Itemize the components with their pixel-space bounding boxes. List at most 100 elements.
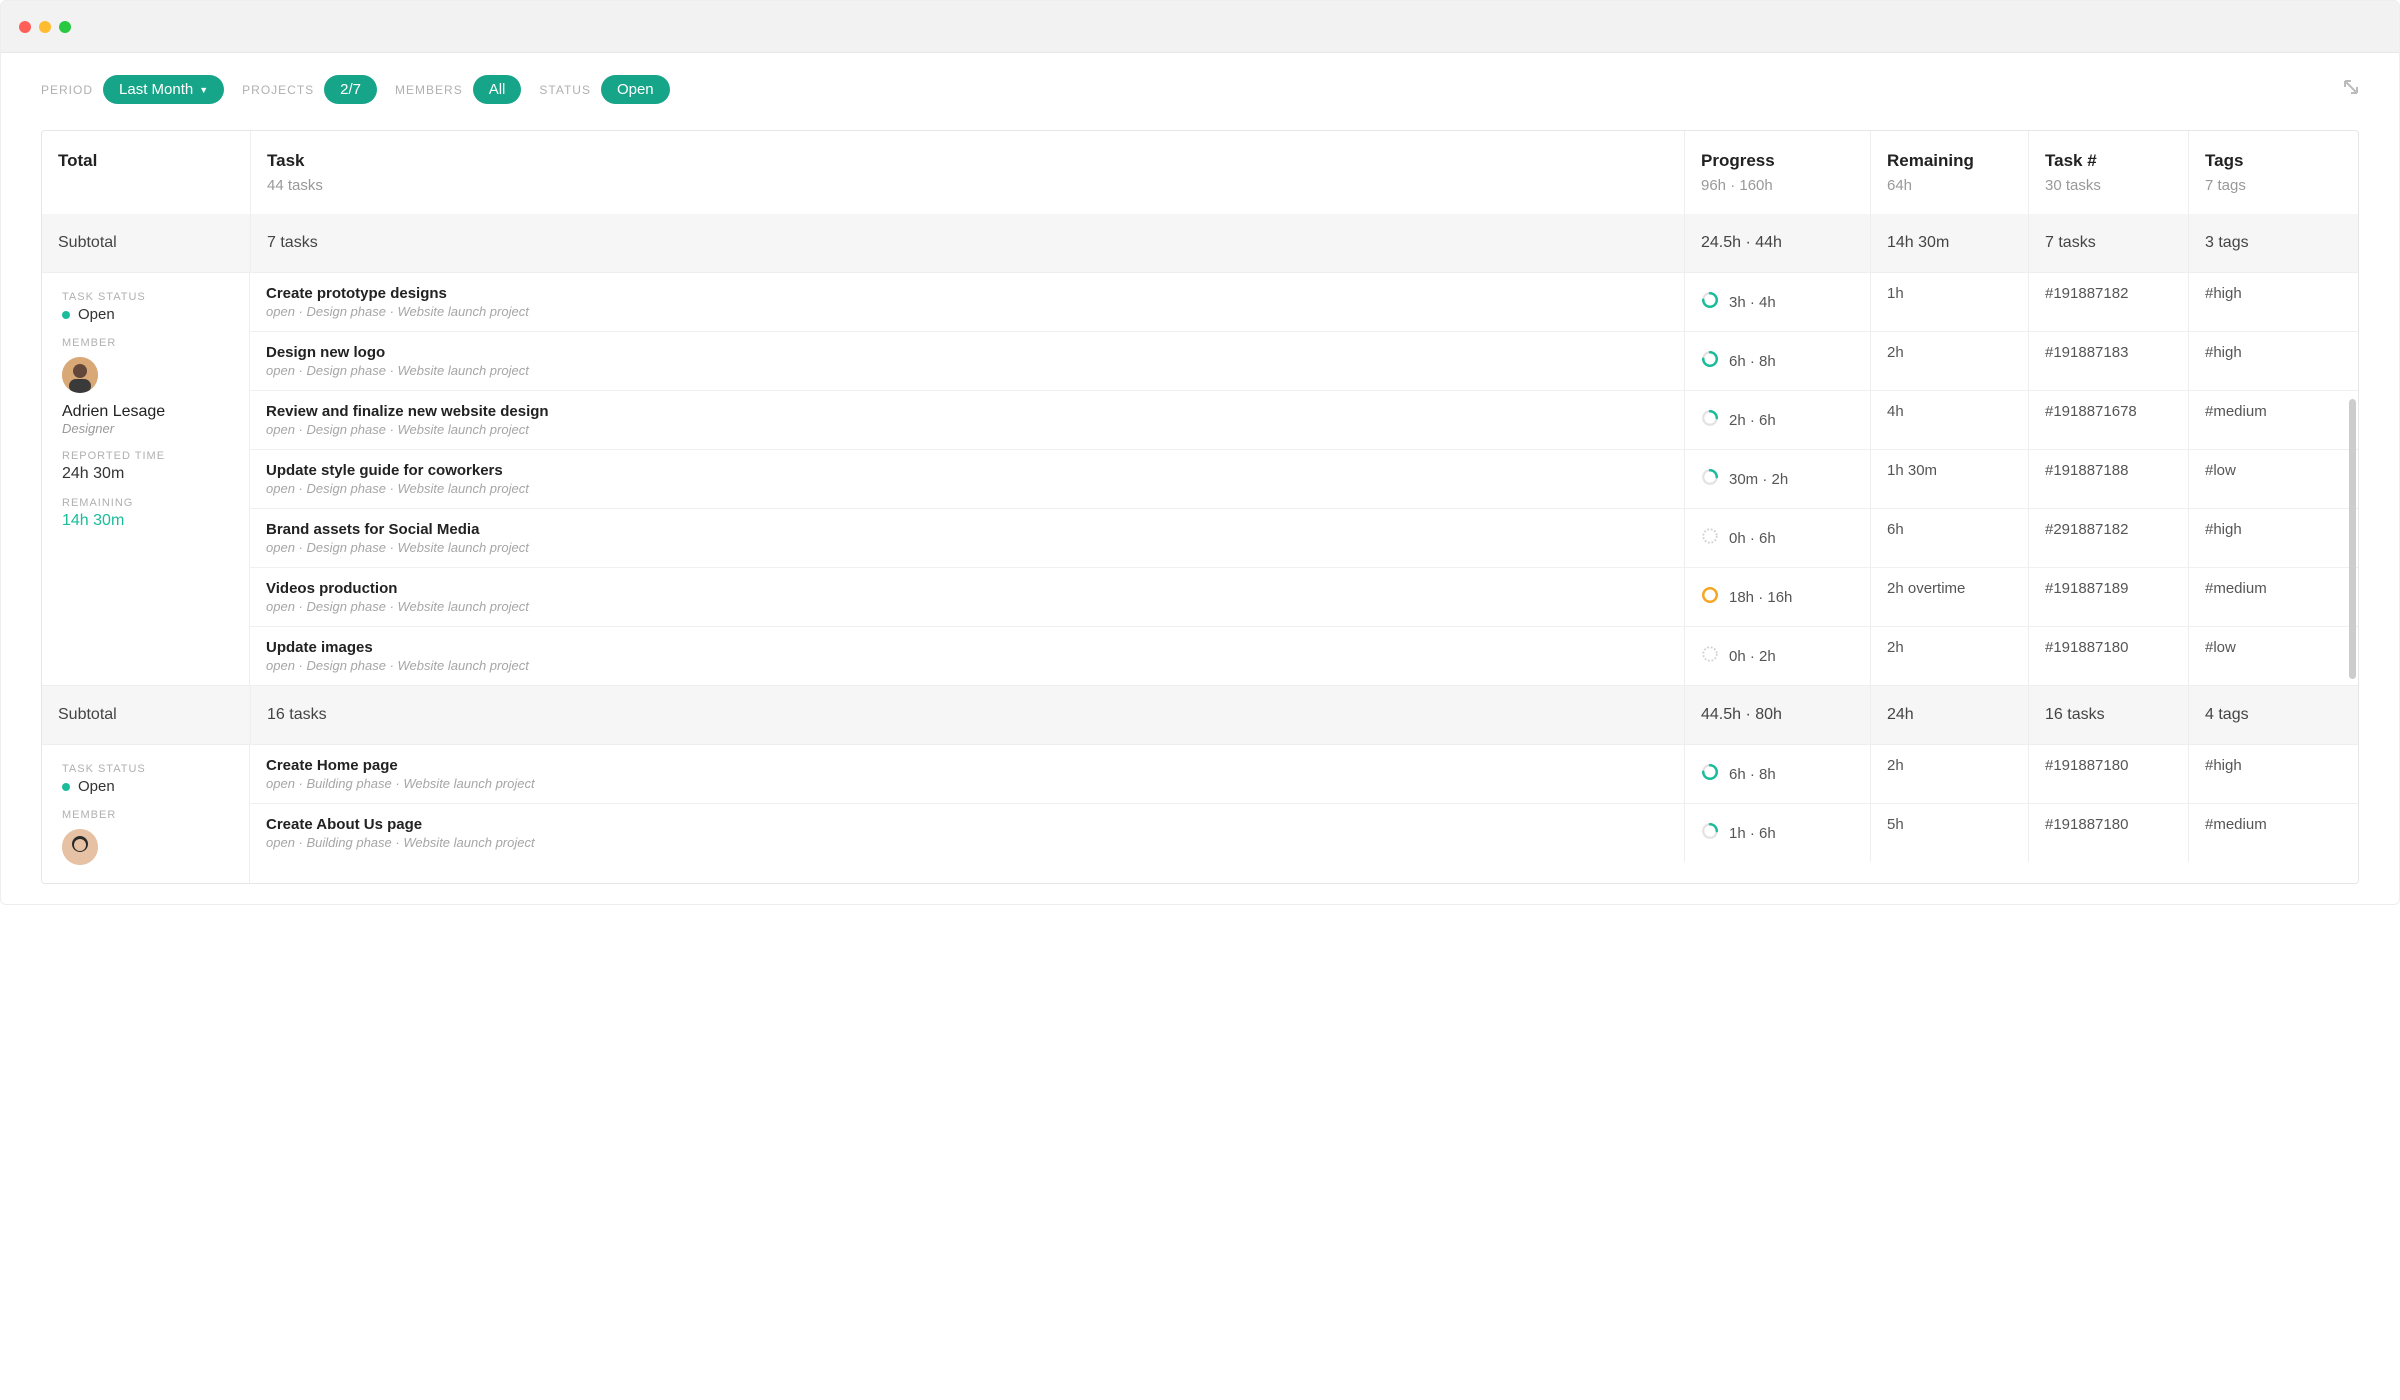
task-meta: open · Design phase · Website launch pro… (266, 481, 1668, 496)
progress-ring-icon (1701, 409, 1719, 431)
filter-period-value: Last Month (119, 81, 193, 98)
task-cell-progress: 18h · 16h (1684, 568, 1870, 626)
report-table: Total Task 44 tasks Progress 96h · 160h … (41, 130, 2359, 884)
task-cell-remaining: 2h (1870, 745, 2028, 803)
task-cell-tag: #high (2188, 509, 2358, 567)
task-row[interactable]: Review and finalize new website design op… (250, 390, 2358, 449)
side-remaining-value: 14h 30m (62, 512, 233, 530)
maximize-window-button[interactable] (59, 21, 71, 33)
minimize-window-button[interactable] (39, 21, 51, 33)
progress-text: 0h · 2h (1729, 648, 1776, 665)
task-cell-number: #191887180 (2028, 804, 2188, 862)
task-title: Design new logo (266, 344, 1668, 361)
task-cell-title: Create prototype designsopen · Design ph… (250, 273, 1684, 331)
progress-text: 1h · 6h (1729, 825, 1776, 842)
task-row[interactable]: Create Home pageopen · Building phase · … (250, 745, 2358, 803)
subtotal-progress: 24.5h · 44h (1684, 214, 1870, 272)
task-cell-title: Design new logo open · Design phase · Web… (250, 332, 1684, 390)
side-member-label: MEMBER (62, 809, 233, 821)
task-meta: open · Building phase · Website launch p… (266, 776, 1668, 791)
subtotal-tasks: 7 tasks (250, 214, 1684, 272)
task-title: Update images (266, 639, 1668, 656)
scrollbar-thumb[interactable] (2349, 399, 2356, 679)
header-taskno-sub: 30 tasks (2045, 177, 2172, 194)
task-row[interactable]: Brand assets for Social Media open · Desi… (250, 508, 2358, 567)
task-meta: open · Design phase · Website launch pro… (266, 599, 1668, 614)
task-cell-remaining: 6h (1870, 509, 2028, 567)
filter-bar: PERIOD Last Month ▼ PROJECTS 2/7 MEMBERS… (1, 53, 2399, 130)
member-role: Designer (62, 421, 233, 436)
task-cell-tag: #medium (2188, 804, 2358, 862)
task-cell-tag: #low (2188, 450, 2358, 508)
filter-members-pill[interactable]: All (473, 75, 522, 104)
task-row[interactable]: Update style guide for coworkersopen · D… (250, 449, 2358, 508)
progress-text: 0h · 6h (1729, 530, 1776, 547)
filter-period-label: PERIOD (41, 83, 93, 97)
progress-ring-icon (1701, 468, 1719, 490)
table-header-row: Total Task 44 tasks Progress 96h · 160h … (42, 131, 2358, 214)
status-dot-icon (62, 311, 70, 319)
task-title: Brand assets for Social Media (266, 521, 1668, 538)
task-meta: open · Design phase · Website launch pro… (266, 422, 1668, 437)
header-total: Total (42, 131, 250, 214)
header-tags-sub: 7 tags (2205, 177, 2342, 194)
task-cell-progress: 0h · 6h (1684, 509, 1870, 567)
status-dot-icon (62, 783, 70, 791)
task-meta: open · Design phase · Website launch pro… (266, 540, 1668, 555)
avatar[interactable] (62, 357, 98, 393)
group: TASK STATUSOpenMEMBERCreate Home pageope… (42, 744, 2358, 883)
close-window-button[interactable] (19, 21, 31, 33)
task-cell-title: Update imagesopen · Design phase · Websi… (250, 627, 1684, 685)
side-remaining-label: REMAINING (62, 497, 233, 509)
task-row[interactable]: Update imagesopen · Design phase · Websi… (250, 626, 2358, 685)
progress-ring-icon (1701, 645, 1719, 667)
side-status-label: TASK STATUS (62, 763, 233, 775)
task-cell-progress: 0h · 2h (1684, 627, 1870, 685)
header-tags-label: Tags (2205, 151, 2342, 171)
group: TASK STATUSOpenMEMBERAdrien LesageDesign… (42, 272, 2358, 685)
header-remaining-sub: 64h (1887, 177, 2012, 194)
filter-period: PERIOD Last Month ▼ (41, 75, 224, 104)
side-status-value: Open (62, 306, 233, 323)
export-icon[interactable] (2343, 79, 2359, 100)
task-meta: open · Design phase · Website launch pro… (266, 363, 1668, 378)
filter-status-pill[interactable]: Open (601, 75, 670, 104)
task-cell-progress: 6h · 8h (1684, 332, 1870, 390)
progress-ring-icon (1701, 527, 1719, 549)
filter-projects-pill[interactable]: 2/7 (324, 75, 377, 104)
task-cell-remaining: 5h (1870, 804, 2028, 862)
avatar[interactable] (62, 829, 98, 865)
subtotal-label: Subtotal (42, 214, 250, 272)
task-cell-remaining: 4h (1870, 391, 2028, 449)
progress-text: 18h · 16h (1729, 589, 1792, 606)
header-remaining-label: Remaining (1887, 151, 2012, 171)
task-cell-tag: #high (2188, 332, 2358, 390)
task-title: Create About Us page (266, 816, 1668, 833)
task-row[interactable]: Design new logo open · Design phase · Web… (250, 331, 2358, 390)
progress-ring-icon (1701, 350, 1719, 372)
task-cell-tag: #high (2188, 745, 2358, 803)
subtotal-taskno: 16 tasks (2028, 686, 2188, 744)
filter-period-pill[interactable]: Last Month ▼ (103, 75, 224, 104)
task-row[interactable]: Create prototype designsopen · Design ph… (250, 273, 2358, 331)
task-cell-remaining: 2h overtime (1870, 568, 2028, 626)
task-cell-remaining: 2h (1870, 332, 2028, 390)
task-cell-number: #191887189 (2028, 568, 2188, 626)
task-list: Create Home pageopen · Building phase · … (250, 745, 2358, 883)
progress-ring-icon (1701, 763, 1719, 785)
progress-text: 30m · 2h (1729, 471, 1788, 488)
header-task: Task 44 tasks (250, 131, 1684, 214)
task-list: Create prototype designsopen · Design ph… (250, 273, 2358, 685)
task-row[interactable]: Videos productionopen · Design phase · W… (250, 567, 2358, 626)
filter-status-value: Open (617, 81, 654, 98)
titlebar (1, 1, 2399, 53)
task-cell-title: Create About Us pageopen · Building phas… (250, 804, 1684, 862)
task-cell-remaining: 1h (1870, 273, 2028, 331)
task-title: Review and finalize new website design (266, 403, 1668, 420)
filter-members-value: All (489, 81, 506, 98)
chevron-down-icon: ▼ (199, 85, 208, 95)
member-name: Adrien Lesage (62, 403, 233, 421)
task-row[interactable]: Create About Us pageopen · Building phas… (250, 803, 2358, 862)
task-cell-tag: #high (2188, 273, 2358, 331)
subtotal-row: Subtotal7 tasks24.5h · 44h14h 30m7 tasks… (42, 214, 2358, 272)
